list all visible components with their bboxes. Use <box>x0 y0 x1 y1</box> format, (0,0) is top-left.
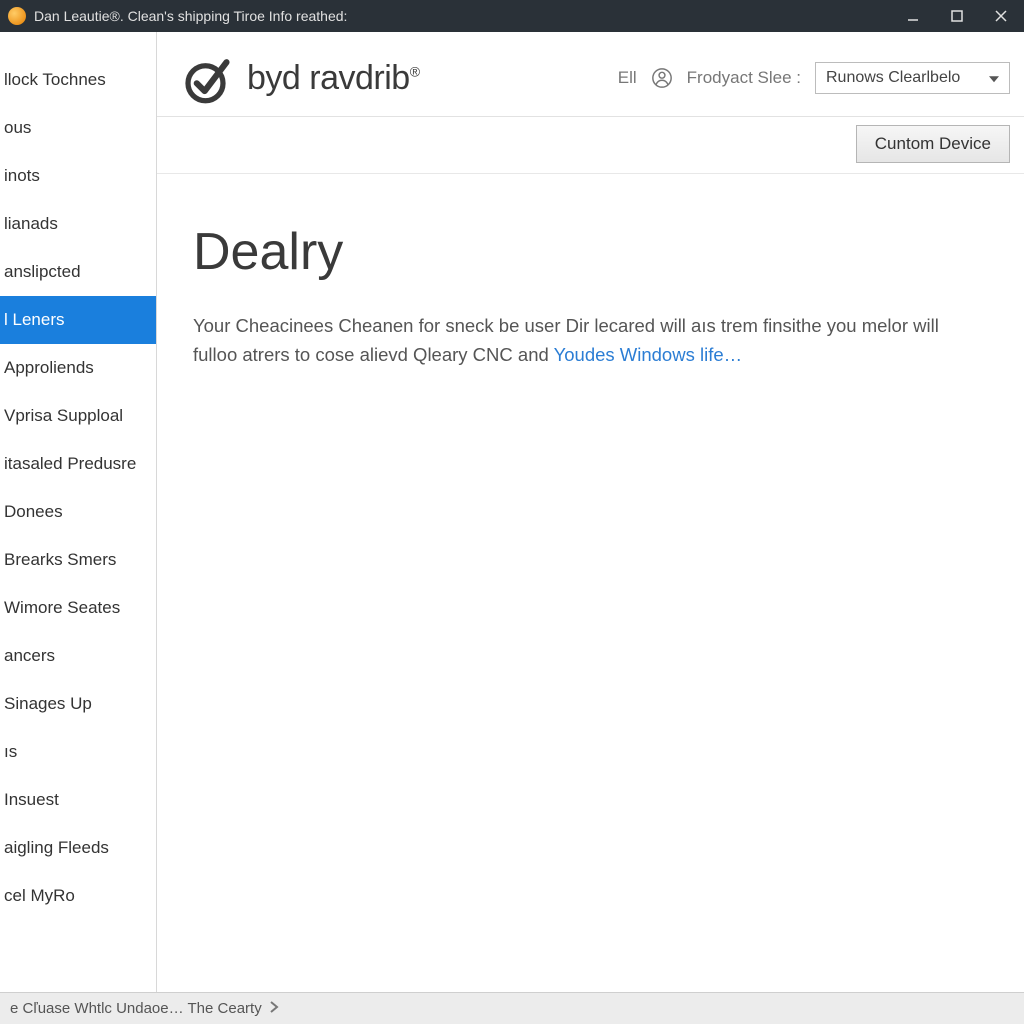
logo-suffix: ® <box>410 63 420 79</box>
select-label: Frodyact Slee : <box>687 68 801 88</box>
sidebar-item[interactable]: Sinages Up <box>0 680 156 728</box>
minimize-button[interactable] <box>904 7 922 25</box>
subheader: Cuntom Device <box>157 117 1024 174</box>
sidebar-item[interactable]: inots <box>0 152 156 200</box>
window-controls <box>904 7 1016 25</box>
windows-life-link[interactable]: Youdes Windows life… <box>554 344 743 365</box>
sidebar-item[interactable]: ancers <box>0 632 156 680</box>
header-link-ell[interactable]: Ell <box>618 68 637 88</box>
logo-text-label: byd ravdrib <box>247 59 410 97</box>
logo-text: byd ravdrib® <box>247 59 420 98</box>
page-title: Dealry <box>193 222 988 282</box>
header: byd ravdrib® Ell Frodyact Slee : Runows … <box>157 32 1024 117</box>
close-button[interactable] <box>992 7 1010 25</box>
sidebar-item[interactable]: ıs <box>0 728 156 776</box>
sidebar-item[interactable]: Insuest <box>0 776 156 824</box>
sidebar-item[interactable]: anslipcted <box>0 248 156 296</box>
status-text: e Cľuase Whtlc Undaoe… The Cearty <box>10 1000 262 1017</box>
sidebar-item[interactable]: Donees <box>0 488 156 536</box>
content-area: Dealry Your Cheacinees Cheanen for sneck… <box>157 174 1024 992</box>
sidebar-item[interactable]: Vprisa Supploal <box>0 392 156 440</box>
checkmark-icon <box>181 50 237 106</box>
page-description: Your Cheacinees Cheanen for sneck be use… <box>193 312 988 369</box>
sidebar-item[interactable]: l Leners <box>0 296 156 344</box>
sidebar-item[interactable]: Approliends <box>0 344 156 392</box>
sidebar-item[interactable]: itasaled Predusre <box>0 440 156 488</box>
user-circle-icon[interactable] <box>651 67 673 89</box>
app-icon <box>8 7 26 25</box>
custom-device-button[interactable]: Cuntom Device <box>856 125 1010 163</box>
sidebar-item[interactable]: cel MyRo <box>0 872 156 920</box>
maximize-button[interactable] <box>948 7 966 25</box>
window-titlebar: Dan Leautie®. Clean's shipping Tiroe Inf… <box>0 0 1024 32</box>
sidebar-item[interactable]: Wimore Seates <box>0 584 156 632</box>
logo: byd ravdrib® <box>181 50 420 106</box>
select-value: Runows Clearlbelo <box>826 69 960 86</box>
sidebar-item[interactable]: lianads <box>0 200 156 248</box>
main-panel: byd ravdrib® Ell Frodyact Slee : Runows … <box>157 32 1024 992</box>
chevron-right-icon <box>268 1000 280 1017</box>
header-controls: Ell Frodyact Slee : Runows Clearlbelo <box>618 62 1010 94</box>
sidebar-item[interactable]: llock Tochnes <box>0 56 156 104</box>
window-title: Dan Leautie®. Clean's shipping Tiroe Inf… <box>34 8 904 24</box>
sidebar-item[interactable]: Brearks Smers <box>0 536 156 584</box>
sidebar: llock Tochnesousinotslianadsanslipctedl … <box>0 32 157 992</box>
status-bar: e Cľuase Whtlc Undaoe… The Cearty <box>0 992 1024 1024</box>
sidebar-item[interactable]: ous <box>0 104 156 152</box>
product-select[interactable]: Runows Clearlbelo <box>815 62 1010 94</box>
sidebar-item[interactable]: aigling Fleeds <box>0 824 156 872</box>
